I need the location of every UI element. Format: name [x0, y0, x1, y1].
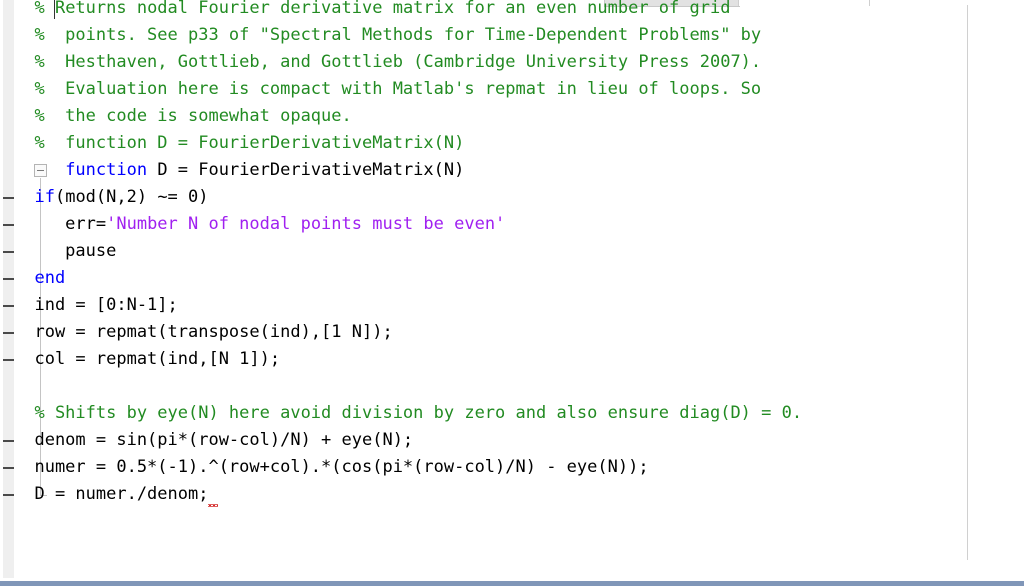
code-line[interactable]: ind = [0:N-1]; — [14, 292, 178, 319]
code-line[interactable]: denom = sin(pi*(row-col)/N) + eye(N); — [14, 427, 413, 454]
lint-warning-underline — [207, 504, 218, 507]
code-line[interactable]: col = repmat(ind,[N 1]); — [14, 346, 280, 373]
executable-line-marker[interactable] — [3, 467, 14, 469]
code-line[interactable]: function D = FourierDerivativeMatrix(N) — [14, 157, 464, 184]
code-token-keyword: function — [65, 160, 148, 180]
executable-line-marker[interactable] — [3, 332, 14, 334]
code-token-comment: Returns nodal Fourier derivative matrix … — [54, 0, 731, 18]
code-line[interactable]: err='Number N of nodal points must be ev… — [14, 211, 505, 238]
executable-line-marker[interactable] — [3, 278, 14, 280]
code-token-keyword: if — [34, 187, 55, 207]
code-line[interactable]: % function D = FourierDerivativeMatrix(N… — [14, 130, 464, 157]
executable-line-marker[interactable] — [3, 359, 14, 361]
code-line[interactable]: row = repmat(transpose(ind),[1 N]); — [14, 319, 393, 346]
code-token-comment: % points. See p33 of "Spectral Methods f… — [14, 25, 762, 45]
code-token-comment: % Hesthaven, Gottlieb, and Gottlieb (Cam… — [14, 52, 762, 72]
executable-line-marker[interactable] — [3, 251, 14, 253]
executable-line-marker[interactable] — [3, 305, 14, 307]
code-token-plain: D = numer./denom; — [14, 484, 209, 504]
executable-line-marker[interactable] — [3, 494, 14, 496]
code-token-plain: denom = sin(pi*(row-col)/N) + eye(N); — [14, 430, 414, 450]
code-line[interactable]: if(mod(N,2) ~= 0) — [14, 184, 209, 211]
code-token-string: 'Number N of nodal points must be even' — [106, 214, 506, 234]
code-token-plain: pause — [14, 241, 117, 261]
code-line[interactable]: % the code is somewhat opaque. — [14, 103, 352, 130]
code-token-plain: (mod(N,2) ~= 0) — [54, 187, 209, 207]
code-line[interactable]: % points. See p33 of "Spectral Methods f… — [14, 22, 761, 49]
code-token-plain: ind = [0:N-1]; — [14, 295, 178, 315]
code-editor-window: % Returns nodal Fourier derivative matri… — [0, 0, 1024, 586]
code-token-comment: % the code is somewhat opaque. — [14, 106, 352, 126]
code-token-plain: D = FourierDerivativeMatrix(N) — [147, 160, 465, 180]
code-token-plain: numer = 0.5*(-1).^(row+col).*(cos(pi*(ro… — [14, 457, 649, 477]
code-line[interactable]: % Evaluation here is compact with Matlab… — [14, 76, 761, 103]
code-line[interactable]: % Hesthaven, Gottlieb, and Gottlieb (Cam… — [14, 49, 761, 76]
code-text-area[interactable]: % Returns nodal Fourier derivative matri… — [14, 0, 1024, 578]
code-line[interactable]: end — [14, 265, 65, 292]
code-token-comment: % Evaluation here is compact with Matlab… — [14, 79, 762, 99]
code-token-plain: col = repmat(ind,[N 1]); — [14, 349, 281, 369]
code-token-comment: % — [14, 0, 55, 18]
code-token-comment: % Shifts by eye(N) here avoid division b… — [14, 403, 803, 423]
code-line[interactable]: % Returns nodal Fourier derivative matri… — [14, 0, 730, 22]
executable-line-marker[interactable] — [3, 440, 14, 442]
code-token-comment: % function D = FourierDerivativeMatrix(N… — [14, 133, 465, 153]
pane-divider — [967, 5, 968, 560]
bottom-splitter-bar[interactable] — [0, 581, 1024, 586]
code-line[interactable]: % Shifts by eye(N) here avoid division b… — [14, 400, 802, 427]
code-line[interactable]: D = numer./denom; — [14, 481, 208, 508]
code-line[interactable]: numer = 0.5*(-1).^(row+col).*(cos(pi*(ro… — [14, 454, 649, 481]
executable-line-marker[interactable] — [3, 224, 14, 226]
code-token-plain: row = repmat(transpose(ind),[1 N]); — [14, 322, 393, 342]
executable-line-marker[interactable] — [3, 197, 14, 199]
code-token-keyword: end — [34, 268, 66, 288]
code-token-plain: err= — [14, 214, 107, 234]
code-line[interactable]: pause — [14, 238, 116, 265]
text-caret — [53, 0, 55, 19]
